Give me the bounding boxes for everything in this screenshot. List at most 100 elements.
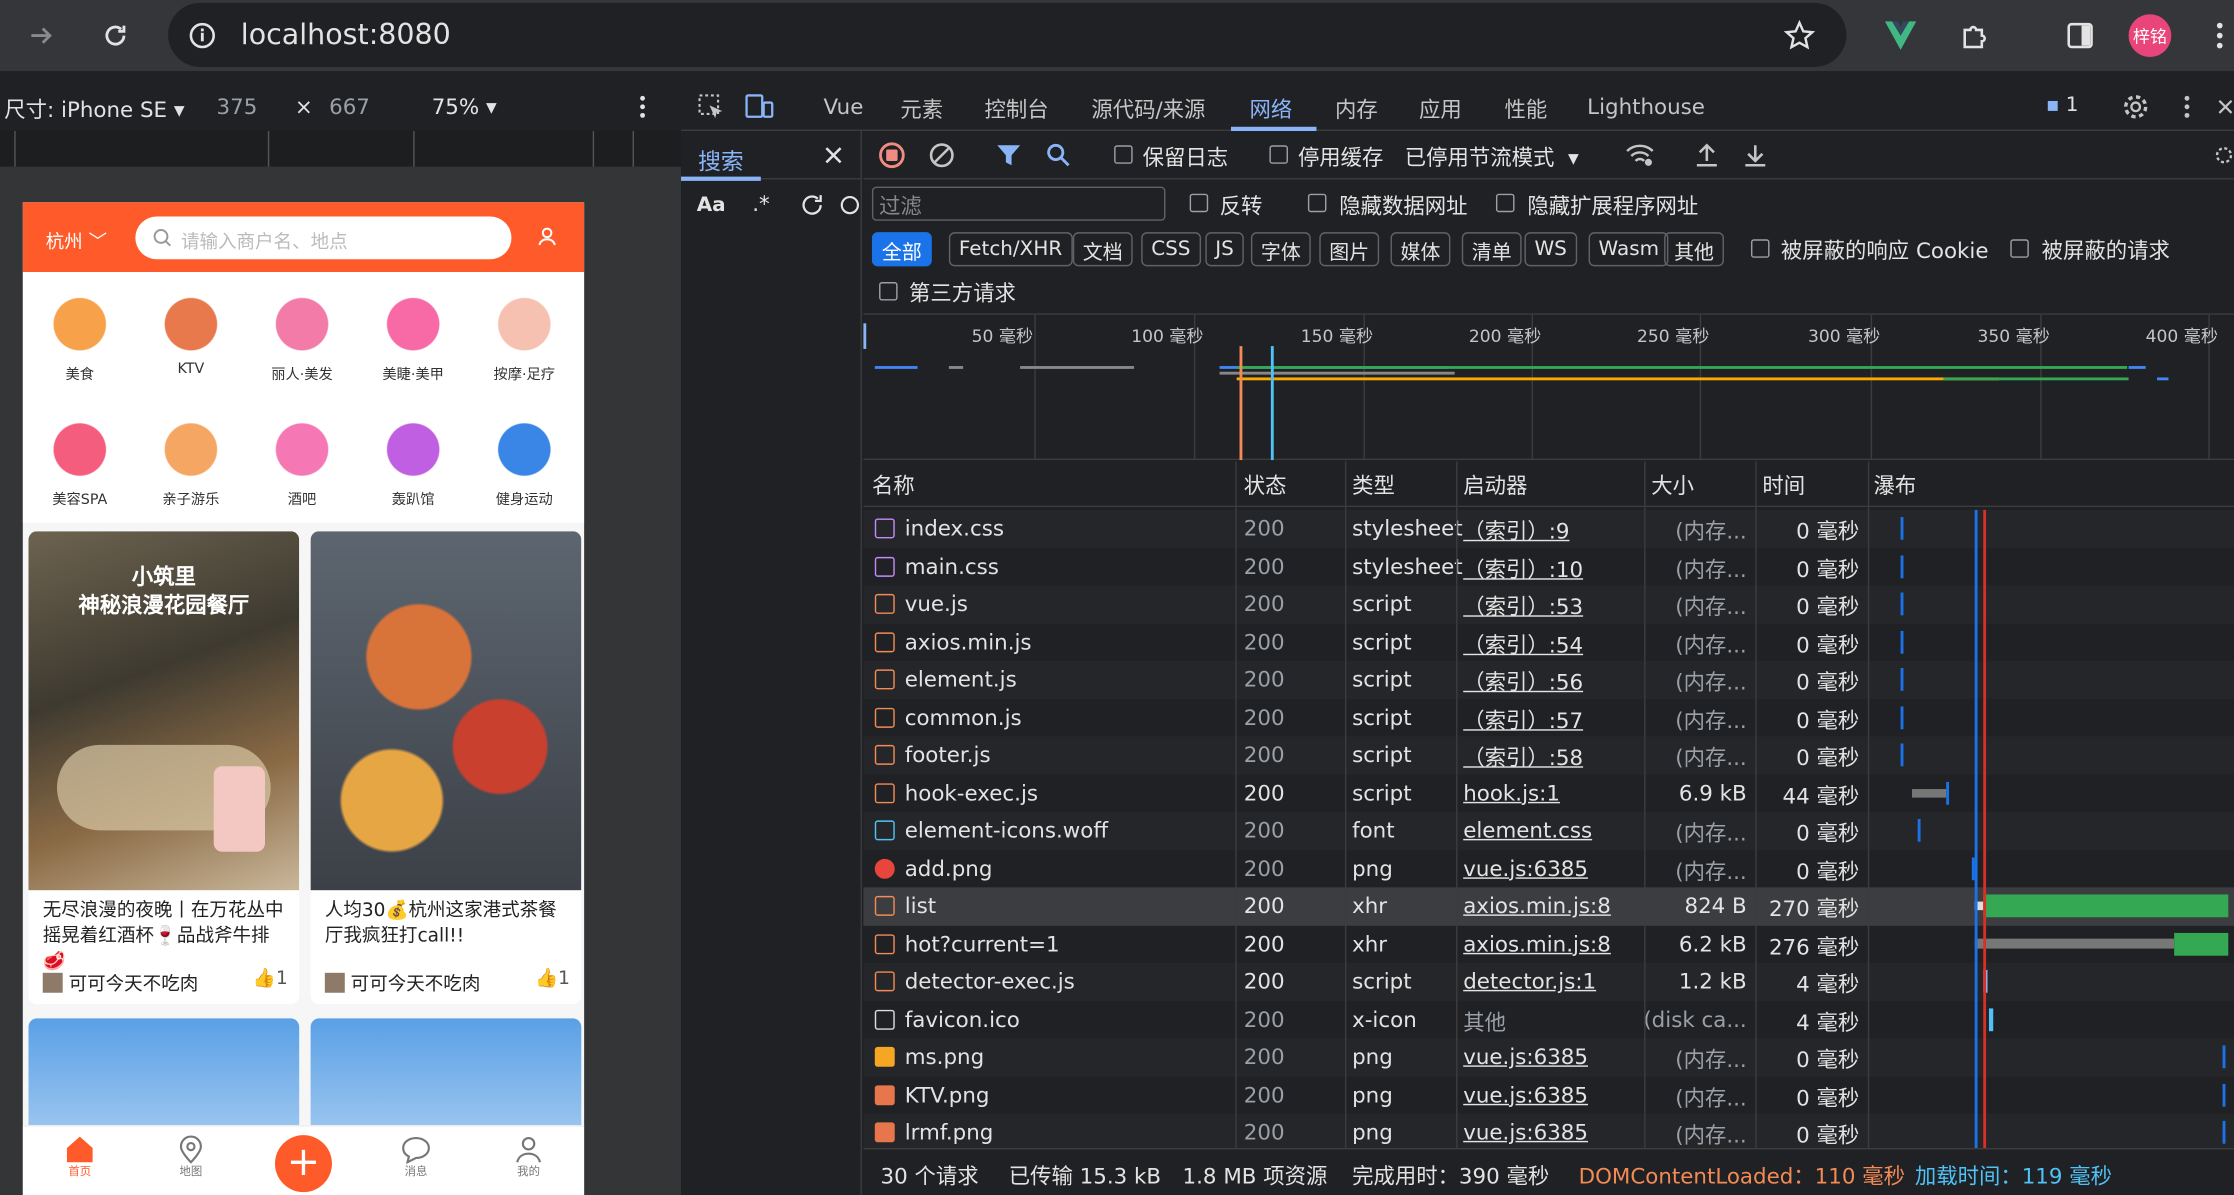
request-name[interactable]: element.js — [905, 667, 1017, 693]
request-name[interactable]: add.png — [905, 855, 993, 881]
request-name[interactable]: ms.png — [905, 1044, 984, 1070]
column-header-1[interactable]: 状态 — [1244, 470, 1287, 500]
user-icon[interactable] — [537, 226, 557, 246]
column-header-2[interactable]: 类型 — [1352, 470, 1395, 500]
request-name[interactable]: index.css — [905, 516, 1004, 542]
note-card-partial[interactable] — [310, 1018, 582, 1133]
request-initiator[interactable]: （索引）:53 — [1463, 591, 1583, 621]
request-name[interactable]: list — [905, 893, 936, 919]
category-item[interactable]: 美食 — [24, 283, 135, 383]
tab-home[interactable]: 首页 — [37, 1135, 122, 1179]
column-header-0[interactable]: 名称 — [872, 470, 915, 500]
like-button[interactable]: 👍1 — [253, 969, 288, 990]
request-initiator[interactable]: （索引）:56 — [1463, 667, 1583, 697]
tab-profile[interactable]: 我的 — [486, 1135, 571, 1179]
close-devtools-icon[interactable] — [2217, 91, 2234, 122]
note-author[interactable]: 可可今天不吃肉 — [324, 969, 480, 996]
like-button[interactable]: 👍1 — [535, 969, 570, 990]
regex-toggle[interactable]: .* — [752, 191, 769, 217]
request-initiator[interactable]: vue.js:6385 — [1463, 1120, 1588, 1146]
request-initiator[interactable]: （索引）:58 — [1463, 742, 1583, 772]
note-author[interactable]: 可可今天不吃肉 — [42, 969, 198, 996]
vue-devtools-icon[interactable] — [1881, 16, 1921, 56]
request-initiator[interactable]: vue.js:6385 — [1463, 855, 1588, 881]
request-initiator[interactable]: （索引）:54 — [1463, 629, 1583, 659]
url-text[interactable]: localhost:8080 — [241, 17, 451, 51]
tab-6[interactable]: 应用 — [1419, 94, 1462, 124]
request-name[interactable]: footer.js — [905, 742, 991, 768]
hide-data-urls-checkbox[interactable] — [1307, 193, 1327, 213]
network-conditions-icon[interactable] — [1624, 141, 1655, 169]
filter-type-10[interactable]: Wasm — [1588, 232, 1670, 267]
tab-2[interactable]: 控制台 — [984, 94, 1048, 124]
filter-type-7[interactable]: 媒体 — [1390, 232, 1451, 267]
request-row[interactable]: axios.min.js 200 script （索引）:54 (内存... 0 毫秒 — [863, 623, 2234, 661]
request-name[interactable]: axios.min.js — [905, 629, 1032, 655]
request-row[interactable]: index.css 200 stylesheet （索引）:9 (内存... 0 毫秒 — [863, 509, 2234, 548]
request-row[interactable]: hot?current=1 200 xhr axios.min.js:8 6.2 kB 2… — [863, 925, 2234, 963]
filter-type-9[interactable]: WS — [1524, 232, 1577, 267]
request-row[interactable]: KTV.png 200 png vue.js:6385 (内存... 0 毫秒 — [863, 1076, 2234, 1114]
note-title[interactable]: 无尽浪漫的夜晚丨在万花丛中摇晃着红酒杯🍷品战斧牛排🥩 — [43, 899, 292, 976]
category-item[interactable]: 酒吧 — [246, 408, 357, 508]
request-name[interactable]: KTV.png — [905, 1082, 990, 1108]
filter-input[interactable]: 过滤 — [871, 186, 1166, 221]
inspect-element-icon[interactable] — [695, 91, 726, 122]
clear-log-icon[interactable] — [928, 141, 956, 169]
reload-icon[interactable] — [97, 17, 134, 54]
settings-gear-icon[interactable] — [2120, 91, 2151, 122]
tab-messages[interactable]: 消息 — [373, 1135, 458, 1179]
device-height-input[interactable]: 667 — [329, 94, 370, 120]
category-item[interactable]: 健身运动 — [469, 408, 580, 508]
tab-0[interactable]: Vue — [823, 94, 863, 120]
category-item[interactable]: 按摩·足疗 — [469, 283, 580, 383]
note-card[interactable]: 人均30💰杭州这家港式茶餐厅我疯狂打call!! 可可今天不吃肉 👍1 — [310, 531, 582, 1005]
match-case-toggle[interactable]: Aa — [697, 194, 726, 217]
request-name[interactable]: favicon.ico — [905, 1006, 1020, 1032]
category-item[interactable]: 轰趴馆 — [358, 408, 469, 508]
request-initiator[interactable]: （索引）:57 — [1463, 704, 1583, 734]
devtools-menu-icon[interactable] — [2177, 91, 2197, 122]
filter-type-1[interactable]: Fetch/XHR — [948, 232, 1073, 267]
extensions-icon[interactable] — [1955, 16, 1995, 56]
request-name[interactable]: detector-exec.js — [905, 969, 1075, 995]
request-row[interactable]: hook-exec.js 200 script hook.js:1 6.9 kB 44 毫… — [863, 774, 2234, 812]
category-item[interactable]: 丽人·美发 — [246, 283, 357, 383]
shop-search-input[interactable]: 请输入商户名、地点 — [135, 216, 512, 260]
request-row[interactable]: main.css 200 stylesheet （索引）:10 (内存... 0 毫秒 — [863, 548, 2234, 586]
tab-5[interactable]: 内存 — [1335, 94, 1378, 124]
filter-type-3[interactable]: CSS — [1141, 232, 1201, 267]
request-row[interactable]: ms.png 200 png vue.js:6385 (内存... 0 毫秒 — [863, 1038, 2234, 1077]
preserve-log-checkbox[interactable] — [1114, 145, 1133, 164]
request-name[interactable]: lrmf.png — [905, 1120, 994, 1146]
column-header-3[interactable]: 启动器 — [1463, 470, 1527, 500]
request-row[interactable]: vue.js 200 script （索引）:53 (内存... 0 毫秒 — [863, 585, 2234, 624]
note-card-partial[interactable] — [28, 1018, 300, 1133]
device-width-input[interactable]: 375 — [217, 94, 258, 120]
bookmark-star-icon[interactable] — [1781, 17, 1818, 54]
column-header-5[interactable]: 时间 — [1762, 470, 1805, 500]
request-initiator[interactable]: （索引）:10 — [1463, 553, 1583, 583]
profile-avatar[interactable]: 梓铭 — [2128, 14, 2172, 57]
filter-type-2[interactable]: 文档 — [1072, 232, 1133, 267]
request-name[interactable]: main.css — [905, 553, 999, 579]
category-item[interactable]: 亲子游乐 — [135, 408, 246, 508]
request-initiator[interactable]: detector.js:1 — [1463, 969, 1596, 995]
blocked-requests-checkbox[interactable] — [2010, 239, 2029, 258]
network-settings-icon[interactable] — [2214, 141, 2234, 169]
request-row[interactable]: common.js 200 script （索引）:57 (内存... 0 毫秒 — [863, 699, 2234, 737]
search-tab[interactable]: 搜索 — [698, 142, 744, 176]
forward-icon[interactable] — [23, 17, 60, 54]
issues-counter[interactable]: ▪ 1 — [2046, 94, 2079, 117]
zoom-select[interactable]: 75% ▾ — [432, 94, 497, 120]
filter-type-11[interactable]: 其他 — [1664, 232, 1724, 267]
note-card[interactable]: 小筑里 神秘浪漫花园餐厅 无尽浪漫的夜晚丨在万花丛中摇晃着红酒杯🍷品战斧牛排🥩 … — [28, 531, 300, 1005]
tab-3[interactable]: 源代码/来源 — [1091, 94, 1205, 124]
clear-search-icon[interactable] — [838, 191, 862, 219]
invert-checkbox[interactable] — [1189, 193, 1209, 213]
request-name[interactable]: hot?current=1 — [905, 931, 1060, 957]
request-initiator[interactable]: element.css — [1463, 818, 1592, 844]
record-stop-icon[interactable] — [878, 141, 906, 169]
third-party-checkbox[interactable] — [879, 282, 898, 301]
tab-map[interactable]: 地图 — [148, 1135, 233, 1179]
